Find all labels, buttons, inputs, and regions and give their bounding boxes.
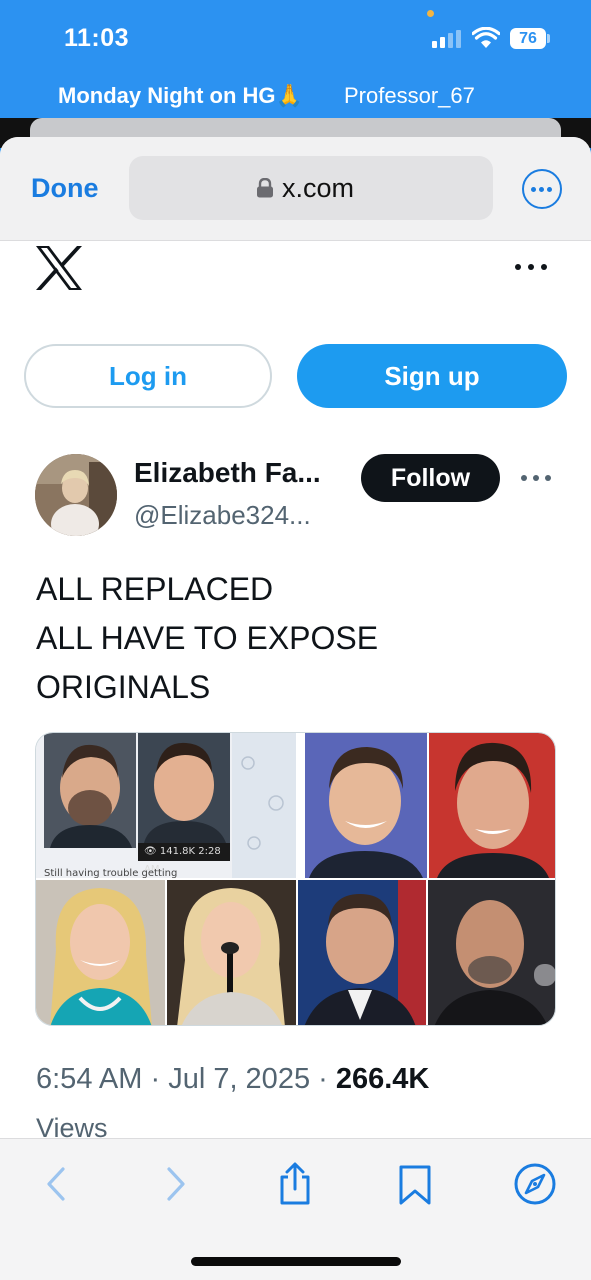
more-options-icon[interactable] [522, 169, 562, 209]
media-image-4[interactable] [36, 880, 165, 1025]
browser-sheet: Done x.com Log in Sign up Elizabeth Fa..… [0, 137, 591, 1280]
portrait-image [298, 880, 426, 1025]
done-button[interactable]: Done [31, 173, 99, 204]
url-text: x.com [282, 173, 355, 203]
media-image-6[interactable] [298, 880, 426, 1025]
meta-separator: · [318, 1063, 336, 1095]
battery-tip [547, 34, 550, 43]
tweet-text-line: ORIGINALS [36, 669, 211, 705]
follow-button[interactable]: Follow [361, 454, 500, 502]
portrait-image [36, 880, 165, 1025]
avatar-image [35, 454, 117, 536]
live-activity-title: Monday Night on HG🙏 [58, 83, 303, 108]
screenshot-footer-text: Still having trouble getting [44, 868, 178, 878]
home-indicator [191, 1257, 401, 1266]
bookmarks-icon[interactable] [392, 1161, 438, 1207]
lock-icon [257, 178, 273, 198]
cellular-signal-icon [432, 30, 462, 48]
screenshot-caption: 👁 141.8K 2:28 AM [138, 843, 230, 875]
tweet-more-icon[interactable] [521, 475, 553, 483]
status-time: 11:03 [64, 24, 130, 52]
media-image-7[interactable] [428, 880, 555, 1025]
address-bar[interactable]: x.com [129, 156, 493, 220]
portrait-image [429, 733, 555, 878]
browser-toolbar [0, 1138, 591, 1280]
wifi-icon [472, 27, 500, 48]
author-display-name[interactable]: Elizabeth Fa... [134, 457, 321, 489]
compass-icon[interactable] [512, 1161, 558, 1207]
portrait-image [305, 733, 427, 878]
tweet-timestamp[interactable]: 6:54 AM · Jul 7, 2025 · 266.4K [36, 1063, 429, 1096]
tweet-time: 6:54 AM [36, 1063, 143, 1095]
media-image-3[interactable] [429, 733, 555, 878]
forward-icon[interactable] [152, 1161, 198, 1207]
views-count: 266.4K [335, 1063, 430, 1095]
tweet-date: Jul 7, 2025 [168, 1063, 311, 1095]
back-icon[interactable] [34, 1161, 80, 1207]
media-image-2[interactable] [305, 733, 427, 878]
tweet-text: ALL REPLACED ALL HAVE TO EXPOSE ORIGINAL… [36, 565, 556, 712]
screen: 11:03 76 Monday Night on HG🙏 Professor_6… [0, 0, 591, 1280]
browser-top-bar: Done x.com [0, 137, 591, 241]
status-bar: 11:03 76 [0, 0, 591, 75]
x-logo-icon [36, 246, 82, 290]
privacy-indicator-dot [427, 10, 434, 17]
media-image-5[interactable] [167, 880, 296, 1025]
live-activity-subtitle: Professor_67 [344, 83, 475, 108]
avatar[interactable] [35, 454, 117, 536]
signup-button[interactable]: Sign up [297, 344, 567, 408]
page-more-icon[interactable] [515, 264, 549, 272]
author-handle[interactable]: @Elizabe324... [134, 500, 311, 531]
login-button[interactable]: Log in [24, 344, 272, 408]
battery-icon: 76 [510, 28, 546, 49]
meta-separator: · [150, 1063, 169, 1095]
tweet-text-line: ALL REPLACED [36, 571, 274, 607]
portrait-image [428, 880, 555, 1025]
media-image-1[interactable]: 👁 141.8K 2:28 AM Still having trouble ge… [36, 733, 296, 878]
tweet-text-line: ALL HAVE TO EXPOSE [36, 620, 379, 656]
portrait-image [167, 880, 296, 1025]
tweet-media[interactable]: 👁 141.8K 2:28 AM Still having trouble ge… [35, 732, 556, 1026]
share-icon[interactable] [272, 1161, 318, 1207]
